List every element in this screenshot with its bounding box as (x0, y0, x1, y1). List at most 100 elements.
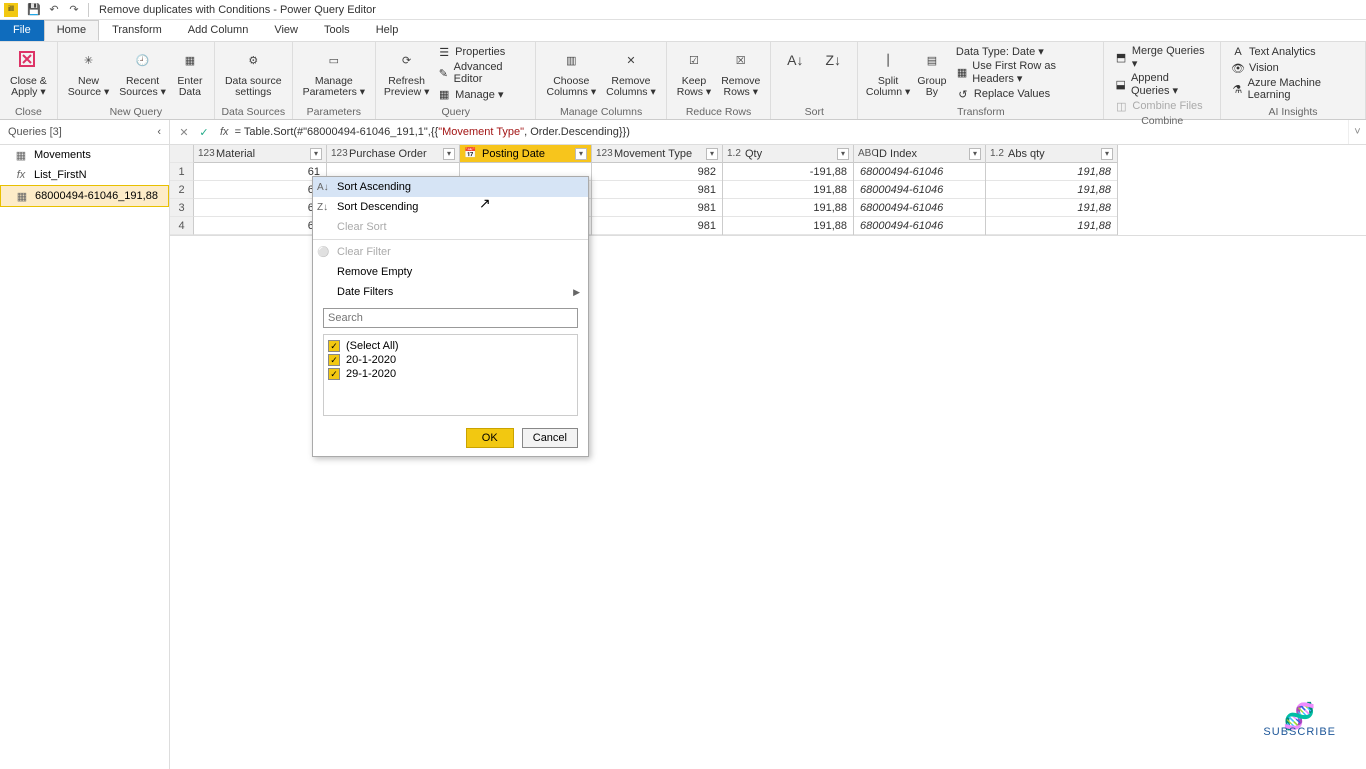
column-header[interactable]: 1.2Qty▾ (723, 145, 853, 163)
column-filter-dropdown-icon[interactable]: ▾ (969, 148, 981, 160)
data-cell[interactable]: 61 (194, 163, 326, 181)
column-header[interactable]: 123Movement Type▾ (592, 145, 722, 163)
data-type-icon[interactable]: 1.2 (727, 148, 743, 159)
tab-view[interactable]: View (261, 20, 311, 41)
replace-values-button[interactable]: ↺Replace Values (952, 86, 1097, 102)
column-filter-dropdown-icon[interactable]: ▾ (837, 148, 849, 160)
keep-rows-button[interactable]: ☑Keep Rows ▾ (673, 44, 715, 105)
query-item[interactable]: ▦68000494-61046_191,88 (0, 185, 169, 207)
collapse-queries-icon[interactable]: ‹ (157, 126, 161, 138)
row-header[interactable]: 2 (170, 181, 194, 199)
row-header[interactable]: 3 (170, 199, 194, 217)
group-by-button[interactable]: ▤Group By (914, 44, 950, 105)
tab-help[interactable]: Help (363, 20, 412, 41)
combine-files-button[interactable]: ◫Combine Files (1110, 98, 1214, 114)
data-type-button[interactable]: Data Type: Date ▾ (952, 44, 1097, 59)
data-cell[interactable]: 191,88 (723, 181, 853, 199)
enter-data-button[interactable]: ▦Enter Data (172, 44, 208, 105)
data-cell[interactable]: 191,88 (986, 199, 1117, 217)
value-checkbox[interactable]: ✓29-1-2020 (328, 367, 573, 381)
data-type-icon[interactable]: 123 (596, 148, 612, 159)
sort-desc-button[interactable]: Z↓ (815, 44, 851, 105)
recent-sources-button[interactable]: 🕘Recent Sources ▾ (115, 44, 170, 105)
fx-icon[interactable]: fx (220, 126, 229, 138)
data-cell[interactable]: 191,88 (986, 163, 1117, 181)
remove-columns-button[interactable]: ✕Remove Columns ▾ (602, 44, 660, 105)
formula-input[interactable]: = Table.Sort(#"68000494-61046_191,1",{{"… (235, 126, 1344, 139)
tab-transform[interactable]: Transform (99, 20, 175, 41)
select-all-corner[interactable] (170, 145, 194, 163)
vision-button[interactable]: 👁Vision (1227, 60, 1359, 76)
undo-icon[interactable]: ↶ (46, 2, 62, 18)
row-header[interactable]: 4 (170, 217, 194, 235)
select-all-checkbox[interactable]: ✓(Select All) (328, 339, 573, 353)
column-header[interactable]: ABCID Index▾ (854, 145, 985, 163)
merge-queries-button[interactable]: ⬒Merge Queries ▾ (1110, 44, 1214, 71)
sort-descending-item[interactable]: Z↓Sort Descending (313, 197, 588, 217)
ok-button[interactable]: OK (466, 428, 514, 448)
data-cell[interactable]: 981 (592, 199, 722, 217)
formula-commit-icon[interactable]: ✓ (194, 122, 214, 142)
tab-add-column[interactable]: Add Column (175, 20, 262, 41)
data-cell[interactable]: 191,88 (986, 181, 1117, 199)
tab-tools[interactable]: Tools (311, 20, 363, 41)
advanced-editor-button[interactable]: ✎Advanced Editor (433, 60, 529, 86)
query-item[interactable]: fxList_FirstN (0, 165, 169, 185)
data-type-icon[interactable]: ABC (858, 148, 874, 159)
manage-parameters-button[interactable]: ▭Manage Parameters ▾ (299, 44, 369, 105)
append-queries-button[interactable]: ⬓Append Queries ▾ (1110, 71, 1214, 98)
column-filter-dropdown-icon[interactable]: ▾ (310, 148, 322, 160)
tab-home[interactable]: Home (44, 20, 99, 41)
column-filter-dropdown-icon[interactable]: ▾ (575, 148, 587, 160)
split-column-button[interactable]: ⎮Split Column ▾ (864, 44, 912, 105)
data-cell[interactable]: 191,88 (986, 217, 1117, 235)
data-cell[interactable]: 68000494-61046 (854, 181, 985, 199)
data-cell[interactable]: 982 (592, 163, 722, 181)
column-header[interactable]: 1.2Abs qty▾ (986, 145, 1117, 163)
data-cell[interactable]: 191,88 (723, 199, 853, 217)
column-header[interactable]: 123Material▾ (194, 145, 326, 163)
data-type-icon[interactable]: 1.2 (990, 148, 1006, 159)
redo-icon[interactable]: ↷ (66, 2, 82, 18)
cancel-button[interactable]: Cancel (522, 428, 578, 448)
first-row-headers-button[interactable]: ▦Use First Row as Headers ▾ (952, 59, 1097, 86)
data-cell[interactable]: 68000494-61046 (854, 217, 985, 235)
data-cell[interactable]: 61 (194, 217, 326, 235)
close-apply-button[interactable]: Close & Apply ▾ (6, 44, 51, 105)
date-filters-item[interactable]: Date Filters▶ (313, 282, 588, 302)
filter-search-input[interactable] (323, 308, 578, 328)
row-header[interactable]: 1 (170, 163, 194, 181)
data-cell[interactable]: 61 (194, 181, 326, 199)
data-cell[interactable]: 981 (592, 217, 722, 235)
tab-file[interactable]: File (0, 20, 44, 41)
new-source-button[interactable]: ✳New Source ▾ (64, 44, 113, 105)
data-type-icon[interactable]: 123 (198, 148, 214, 159)
save-icon[interactable]: 💾 (26, 2, 42, 18)
column-filter-dropdown-icon[interactable]: ▾ (1101, 148, 1113, 160)
data-cell[interactable]: 68000494-61046 (854, 199, 985, 217)
data-cell[interactable]: 981 (592, 181, 722, 199)
column-filter-dropdown-icon[interactable]: ▾ (443, 148, 455, 160)
data-type-icon[interactable]: 123 (331, 148, 347, 159)
column-header[interactable]: 123Purchase Order▾ (327, 145, 459, 163)
query-item[interactable]: ▦Movements (0, 145, 169, 165)
azure-ml-button[interactable]: ⚗Azure Machine Learning (1227, 76, 1359, 102)
column-filter-dropdown-icon[interactable]: ▾ (706, 148, 718, 160)
sort-ascending-item[interactable]: A↓Sort Ascending (313, 177, 588, 197)
data-cell[interactable]: 68000494-61046 (854, 163, 985, 181)
data-source-settings-button[interactable]: ⚙Data source settings (221, 44, 286, 105)
choose-columns-button[interactable]: ▥Choose Columns ▾ (542, 44, 600, 105)
remove-empty-item[interactable]: Remove Empty (313, 262, 588, 282)
remove-rows-button[interactable]: ☒Remove Rows ▾ (717, 44, 764, 105)
formula-expand-icon[interactable]: ˅ (1348, 120, 1366, 144)
column-header[interactable]: 📅Posting Date▾ (460, 145, 591, 163)
value-checkbox[interactable]: ✓20-1-2020 (328, 353, 573, 367)
properties-button[interactable]: ☰Properties (433, 44, 529, 60)
data-cell[interactable]: -191,88 (723, 163, 853, 181)
data-cell[interactable]: 61 (194, 199, 326, 217)
formula-cancel-icon[interactable]: ✕ (174, 122, 194, 142)
text-analytics-button[interactable]: AText Analytics (1227, 44, 1359, 60)
sort-asc-button[interactable]: A↓ (777, 44, 813, 105)
data-cell[interactable]: 191,88 (723, 217, 853, 235)
data-type-icon[interactable]: 📅 (464, 148, 480, 159)
